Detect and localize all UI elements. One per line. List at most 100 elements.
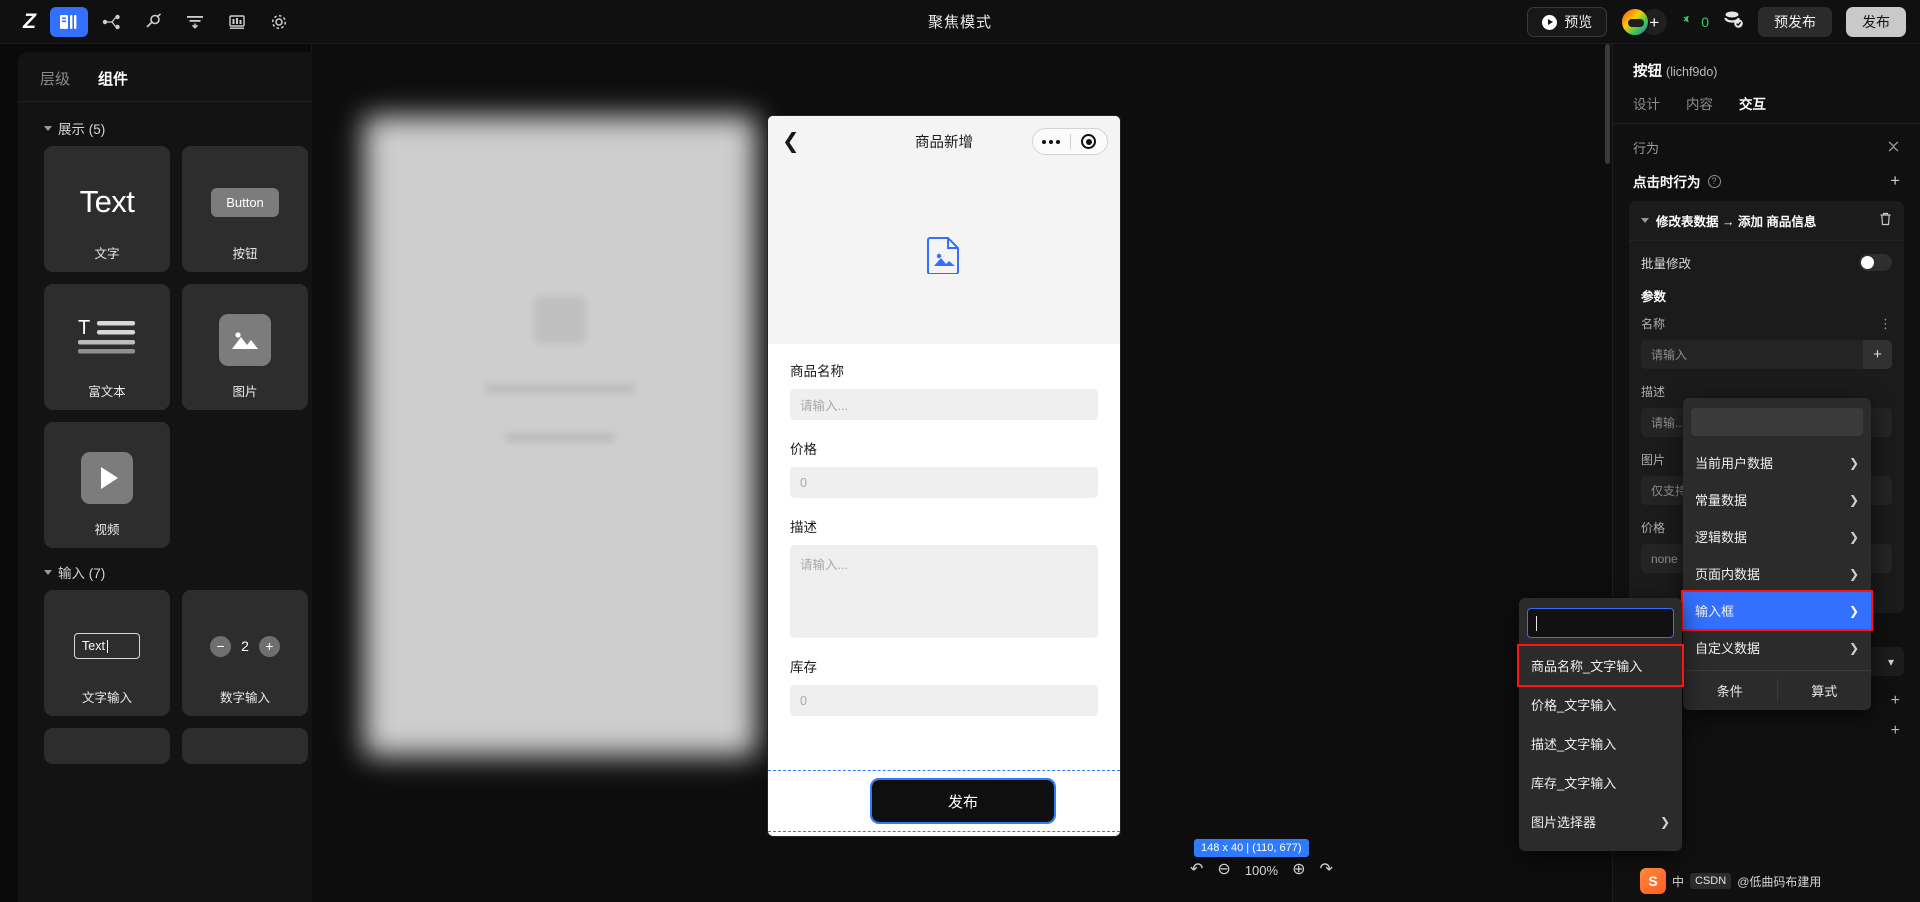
database-icon[interactable] xyxy=(218,7,256,37)
field-item-stock[interactable]: 库存_文字输入 xyxy=(1519,763,1682,802)
chevron-right-icon: ❯ xyxy=(1848,640,1859,655)
plus-icon[interactable]: + xyxy=(1890,171,1900,191)
component-card-partial-a[interactable] xyxy=(44,728,170,764)
condition-button[interactable]: 条件 xyxy=(1683,671,1777,710)
batch-edit-label: 批量修改 xyxy=(1641,257,1692,271)
site-badge: CSDN xyxy=(1690,873,1732,889)
menu-item-page-data[interactable]: 页面内数据 ❯ xyxy=(1683,555,1871,592)
component-card-button[interactable]: Button 按钮 xyxy=(182,146,308,272)
chevron-right-icon: ❯ xyxy=(1848,529,1859,544)
avatar[interactable] xyxy=(1621,8,1650,36)
param-name-row: 名称 ⋮ xyxy=(1629,311,1904,336)
component-card-video[interactable]: 视频 xyxy=(44,422,170,548)
param-options-icon[interactable]: ⋮ xyxy=(1879,317,1892,330)
ime-logo-icon: S xyxy=(1640,868,1666,894)
submit-button[interactable]: 发布 xyxy=(870,778,1056,824)
selected-element-name: 按钮 xyxy=(1633,64,1662,80)
field-input-price[interactable]: 0 xyxy=(790,467,1098,498)
component-card-richtext[interactable]: T 富文本 xyxy=(44,284,170,410)
zoom-level[interactable]: 100% xyxy=(1245,863,1278,878)
field-item-price[interactable]: 价格_文字输入 xyxy=(1519,685,1682,724)
left-sidebar: 层级 组件 展示 (5) Text 文字 Button 按钮 T 富文本 图片 … xyxy=(0,44,312,902)
plus-icon: + xyxy=(258,635,280,657)
plus-icon[interactable]: + xyxy=(1863,340,1892,369)
flow-icon[interactable] xyxy=(92,7,130,37)
background-page-content xyxy=(364,116,756,756)
group-header-input[interactable]: 输入 (7) xyxy=(18,548,312,590)
undo-icon[interactable]: ↶ xyxy=(1190,862,1203,878)
phone-form: 商品名称 请输入... 价格 0 描述 请输入... 库存 0 xyxy=(768,344,1120,716)
data-source-search-input[interactable] xyxy=(1691,408,1863,436)
app-logo[interactable]: Z xyxy=(12,7,46,37)
field-item-description[interactable]: 描述_文字输入 xyxy=(1519,724,1682,763)
tab-content[interactable]: 内容 xyxy=(1686,93,1713,113)
field-input-name[interactable]: 请输入... xyxy=(790,389,1098,420)
menu-item-current-user-data[interactable]: 当前用户数据 ❯ xyxy=(1683,444,1871,481)
tab-interaction[interactable]: 交互 xyxy=(1739,93,1766,113)
field-label-stock: 库存 xyxy=(790,660,817,675)
behavior-section-header[interactable]: 行为 xyxy=(1613,124,1920,165)
credits-indicator[interactable]: 0 xyxy=(1682,14,1709,31)
menu-item-input-box[interactable]: 输入框 ❯ xyxy=(1681,590,1873,631)
field-textarea-description[interactable]: 请输入... xyxy=(790,545,1098,638)
collapse-icon[interactable] xyxy=(1887,140,1900,156)
component-label: 文字 xyxy=(94,247,120,261)
plugin-icon[interactable] xyxy=(134,7,172,37)
behavior-label: 行为 xyxy=(1633,141,1660,156)
formula-button[interactable]: 算式 xyxy=(1778,671,1872,710)
tab-components[interactable]: 组件 xyxy=(98,68,128,89)
chevron-down-icon xyxy=(44,125,52,131)
fields-search-input[interactable] xyxy=(1527,608,1674,638)
field-item-product-name[interactable]: 商品名称_文字输入 xyxy=(1517,644,1684,687)
design-canvas[interactable]: ❮ 商品新增 商品名称 请输入... 价格 0 描述 请输入... 库存 0 发… xyxy=(312,44,1612,902)
trash-icon[interactable] xyxy=(1879,212,1892,229)
batch-edit-row: 批量修改 xyxy=(1629,241,1904,284)
question-icon[interactable]: ? xyxy=(1707,174,1721,188)
selection-size-badge: 148 x 40 | (110, 677) xyxy=(1194,839,1309,857)
tab-layers[interactable]: 层级 xyxy=(40,68,70,89)
components-scroll-area[interactable]: 展示 (5) Text 文字 Button 按钮 T 富文本 图片 视频 输入 … xyxy=(18,104,312,902)
canvas-scrollbar[interactable] xyxy=(1605,44,1610,164)
batch-edit-toggle[interactable] xyxy=(1859,254,1892,271)
param-price-value: none xyxy=(1651,551,1678,566)
field-item-label: 商品名称_文字输入 xyxy=(1531,659,1643,674)
component-card-number-input[interactable]: − 2 + 数字输入 xyxy=(182,590,308,716)
action-card-header[interactable]: 修改表数据 → 添加 商品信息 xyxy=(1629,201,1904,241)
chevron-down-icon xyxy=(44,569,52,575)
field-label-price: 价格 xyxy=(790,442,817,457)
target-icon[interactable] xyxy=(1071,134,1108,149)
group-header-display[interactable]: 展示 (5) xyxy=(18,104,312,146)
layout-icon[interactable] xyxy=(176,7,214,37)
redo-icon[interactable]: ↷ xyxy=(1319,862,1332,878)
menu-item-constant-data[interactable]: 常量数据 ❯ xyxy=(1683,481,1871,518)
more-icon[interactable] xyxy=(1033,139,1070,144)
field-item-image-picker[interactable]: 图片选择器 ❯ xyxy=(1519,802,1682,841)
zoom-in-icon[interactable]: ⊕ xyxy=(1292,862,1305,878)
stack-check-icon[interactable] xyxy=(1723,10,1744,34)
settings-icon[interactable] xyxy=(260,7,298,37)
menu-item-logic-data[interactable]: 逻辑数据 ❯ xyxy=(1683,518,1871,555)
component-card-partial-b[interactable] xyxy=(182,728,308,764)
chevron-down-icon xyxy=(1641,218,1649,223)
prepublish-button[interactable]: 预发布 xyxy=(1758,7,1832,37)
param-image-label: 图片 xyxy=(1641,453,1666,467)
field-input-stock[interactable]: 0 xyxy=(790,685,1098,716)
pages-icon[interactable] xyxy=(50,6,88,37)
preview-button[interactable]: 预览 xyxy=(1527,7,1608,37)
component-card-image[interactable]: 图片 xyxy=(182,284,308,410)
menu-item-label: 页面内数据 xyxy=(1695,567,1761,582)
tab-design[interactable]: 设计 xyxy=(1633,93,1660,113)
param-name-input[interactable]: 请输入 + xyxy=(1641,340,1892,369)
image-placeholder-icon[interactable] xyxy=(768,166,1120,344)
field-label-description: 描述 xyxy=(790,520,817,535)
component-card-text[interactable]: Text 文字 xyxy=(44,146,170,272)
param-desc-placeholder: 请输... xyxy=(1651,416,1686,430)
menu-item-custom-data[interactable]: 自定义数据 ❯ xyxy=(1683,629,1871,666)
publish-button[interactable]: 发布 xyxy=(1846,7,1906,37)
component-card-text-input[interactable]: Text 文字输入 xyxy=(44,590,170,716)
phone-preview[interactable]: ❮ 商品新增 商品名称 请输入... 价格 0 描述 请输入... 库存 0 发… xyxy=(768,116,1120,836)
zoom-out-icon[interactable]: ⊖ xyxy=(1217,862,1230,878)
ime-language-indicator[interactable]: 中 xyxy=(1672,873,1684,890)
input-fields-menu: 商品名称_文字输入 价格_文字输入 描述_文字输入 库存_文字输入 图片选择器 … xyxy=(1517,598,1684,851)
input-components-grid: Text 文字输入 − 2 + 数字输入 xyxy=(18,590,312,764)
